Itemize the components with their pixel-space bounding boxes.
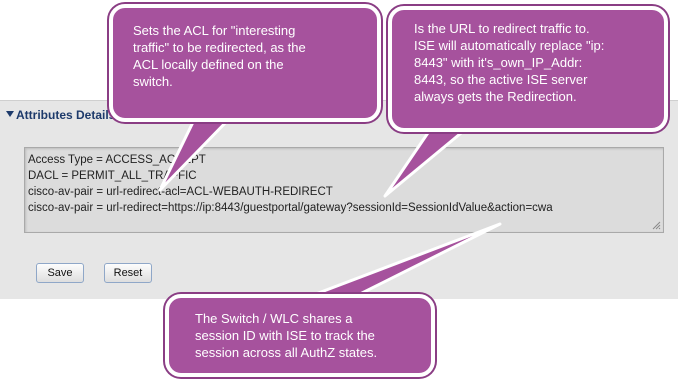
callout-text: switch. (133, 74, 173, 89)
attribute-line: Access Type = ACCESS_ACCEPT (28, 154, 206, 166)
callout-text: session ID with ISE to track the (195, 328, 375, 343)
callout-text: The Switch / WLC shares a (195, 311, 353, 326)
collapse-triangle-icon[interactable] (6, 111, 14, 117)
section-title: Attributes Details (16, 108, 116, 122)
callout-text: session across all AuthZ states. (195, 345, 378, 360)
attribute-line: cisco-av-pair = url-redirect=https://ip:… (28, 202, 553, 214)
callout-text: always gets the Redirection. (414, 89, 577, 104)
session-callout: The Switch / WLC shares a session ID wit… (165, 294, 435, 377)
url-callout: Is the URL to redirect traffic to. ISE w… (388, 6, 668, 132)
attributes-lines: Access Type = ACCESS_ACCEPT DACL = PERMI… (28, 152, 553, 216)
callout-text: 8443, so the active ISE server (414, 72, 588, 87)
reset-button[interactable]: Reset (104, 263, 152, 283)
attribute-line: cisco-av-pair = url-redirect-acl=ACL-WEB… (28, 186, 333, 198)
callout-text: 8443" with it's_own_IP_Addr: (414, 55, 583, 70)
callout-text: ACL locally defined on the (133, 57, 284, 72)
callout-text: Is the URL to redirect traffic to. (414, 21, 590, 36)
attribute-line: DACL = PERMIT_ALL_TRAFFIC (28, 170, 197, 182)
resize-grip-icon[interactable] (651, 220, 661, 230)
callout-text: Sets the ACL for "interesting (133, 23, 296, 38)
attributes-textarea[interactable]: Access Type = ACCESS_ACCEPT DACL = PERMI… (24, 147, 664, 233)
acl-callout: Sets the ACL for "interesting traffic" t… (109, 4, 381, 122)
callout-text: ISE will automatically replace "ip: (414, 38, 605, 53)
save-button[interactable]: Save (36, 263, 84, 283)
callout-text: traffic" to be redirected, as the (133, 40, 306, 55)
screenshot-stage: Attributes Details Access Type = ACCESS_… (0, 0, 678, 379)
